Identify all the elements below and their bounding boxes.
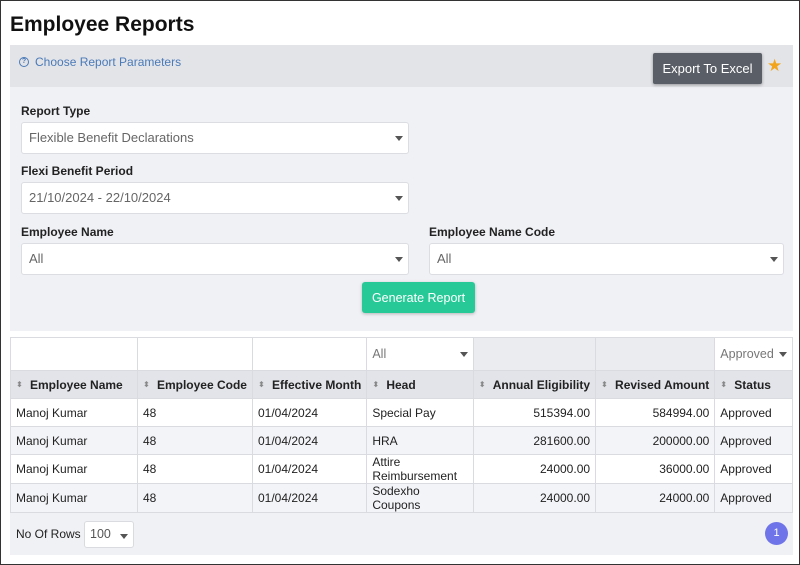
chevron-down-icon [395,136,403,141]
flexi-period-value: 21/10/2024 - 22/10/2024 [29,190,171,205]
header-row: ⬍ Employee Name ⬍ Employee Code ⬍ Effective… [10,370,793,399]
filter-head-select[interactable]: All [366,337,474,371]
chevron-down-icon [120,534,128,539]
choose-parameters-link[interactable]: ? Choose Report Parameters [19,55,181,69]
filter-row: All Approved [10,337,793,371]
cell-head: Attire Reimbursement [366,454,474,484]
employee-code-label: Employee Name Code [429,225,556,239]
cell-head: Sodexho Coupons [366,483,474,513]
cell-annual-eligibility: 24000.00 [472,454,597,484]
filter-revised-amount [595,337,716,371]
sort-icon: ⬍ [372,380,380,390]
column-label: Employee Code [156,377,247,392]
employee-code-value: All [437,251,452,266]
cell-employee-code: 48 [136,398,253,427]
filter-status-select[interactable]: Approved [714,337,793,371]
sort-icon: ⬍ [720,380,727,390]
cell-head: Special Pay [366,398,474,427]
filter-status-value: Approved [720,347,774,361]
sort-icon: ⬍ [478,380,486,390]
column-header-annual-eligibility[interactable]: ⬍ Annual Eligibility [472,370,597,399]
filter-effective-month[interactable] [251,337,368,371]
table-row[interactable]: Manoj Kumar 48 01/04/2024 Special Pay 51… [10,398,793,427]
cell-employee-code: 48 [136,483,253,513]
chevron-down-icon [459,352,468,357]
cell-employee-code: 48 [136,454,253,484]
chevron-down-icon [770,257,778,262]
employee-code-select[interactable]: All [429,243,784,275]
report-table: All Approved ⬍ Employee Name ⬍ Employee Co… [10,337,793,513]
choose-parameters-label: Choose Report Parameters [35,55,182,69]
employee-name-value: All [29,251,44,266]
chevron-down-icon [395,196,403,201]
parameters-header: ? Choose Report Parameters Export To Exc… [10,45,793,87]
column-label: Employee Name [30,377,123,392]
cell-status: Approved [714,398,793,427]
column-label: Annual Eligibility [492,377,591,392]
column-header-revised-amount[interactable]: ⬍ Revised Amount [595,370,716,399]
rows-per-page-label: No Of Rows : [16,527,88,541]
cell-annual-eligibility: 515394.00 [472,398,597,427]
sort-icon: ⬍ [142,380,150,390]
cell-revised-amount: 36000.00 [595,454,716,484]
cell-employee-name: Manoj Kumar [10,454,138,484]
cell-employee-name: Manoj Kumar [10,483,138,513]
column-label: Head [386,377,416,392]
cell-annual-eligibility: 281600.00 [472,426,597,455]
cell-effective-month: 01/04/2024 [251,398,368,427]
sort-icon: ⬍ [16,380,23,390]
column-label: Status [734,377,771,392]
cell-annual-eligibility: 24000.00 [472,483,597,513]
report-grid: All Approved ⬍ Employee Name ⬍ Employee Co… [10,337,793,555]
cell-employee-code: 48 [136,426,253,455]
filter-employee-code[interactable] [136,337,253,371]
report-type-select[interactable]: Flexible Benefit Declarations [21,122,409,154]
cell-effective-month: 01/04/2024 [251,426,368,455]
cell-effective-month: 01/04/2024 [251,483,368,513]
cell-employee-name: Manoj Kumar [10,398,138,427]
cell-status: Approved [714,426,793,455]
rows-per-page-value: 100 [90,527,111,541]
column-header-employee-code[interactable]: ⬍ Employee Code [136,370,253,399]
cell-effective-month: 01/04/2024 [251,454,368,484]
table-row[interactable]: Manoj Kumar 48 01/04/2024 Sodexho Coupon… [10,483,793,513]
report-type-label: Report Type [21,104,91,118]
cell-revised-amount: 200000.00 [595,426,716,455]
column-label: Revised Amount [615,377,710,392]
export-to-excel-button[interactable]: Export To Excel [653,53,762,84]
cell-head: HRA [366,426,474,455]
table-row[interactable]: Manoj Kumar 48 01/04/2024 Attire Reimbur… [10,454,793,484]
column-label: Effective Month [271,377,362,392]
cell-revised-amount: 584994.00 [595,398,716,427]
report-parameters-panel: ? Choose Report Parameters Export To Exc… [10,45,793,331]
cell-status: Approved [714,454,793,484]
column-header-effective-month[interactable]: ⬍ Effective Month [251,370,368,399]
column-header-employee-name[interactable]: ⬍ Employee Name [10,370,138,399]
column-header-status[interactable]: ⬍ Status [714,370,793,399]
employee-name-label: Employee Name [21,225,114,239]
page-title: Employee Reports [10,13,195,36]
help-icon: ? [19,57,29,67]
pagination-page-button[interactable]: 1 [765,522,788,545]
report-type-value: Flexible Benefit Declarations [29,130,194,145]
table-row[interactable]: Manoj Kumar 48 01/04/2024 HRA 281600.00 … [10,426,793,455]
flexi-period-select[interactable]: 21/10/2024 - 22/10/2024 [21,182,409,214]
employee-name-select[interactable]: All [21,243,409,275]
filter-head-value: All [372,347,387,361]
rows-per-page-select[interactable]: 100 [84,521,134,548]
chevron-down-icon [779,352,787,357]
filter-annual-eligibility [472,337,597,371]
generate-report-button[interactable]: Generate Report [362,282,475,313]
cell-revised-amount: 24000.00 [595,483,716,513]
flexi-period-label: Flexi Benefit Period [21,164,134,178]
sort-icon: ⬍ [601,380,608,390]
cell-employee-name: Manoj Kumar [10,426,138,455]
filter-employee-name[interactable] [10,337,138,371]
column-header-head[interactable]: ⬍ Head [366,370,474,399]
sort-icon: ⬍ [257,380,265,390]
chevron-down-icon [395,257,403,262]
cell-status: Approved [714,483,793,513]
star-icon[interactable]: ★ [767,56,782,76]
